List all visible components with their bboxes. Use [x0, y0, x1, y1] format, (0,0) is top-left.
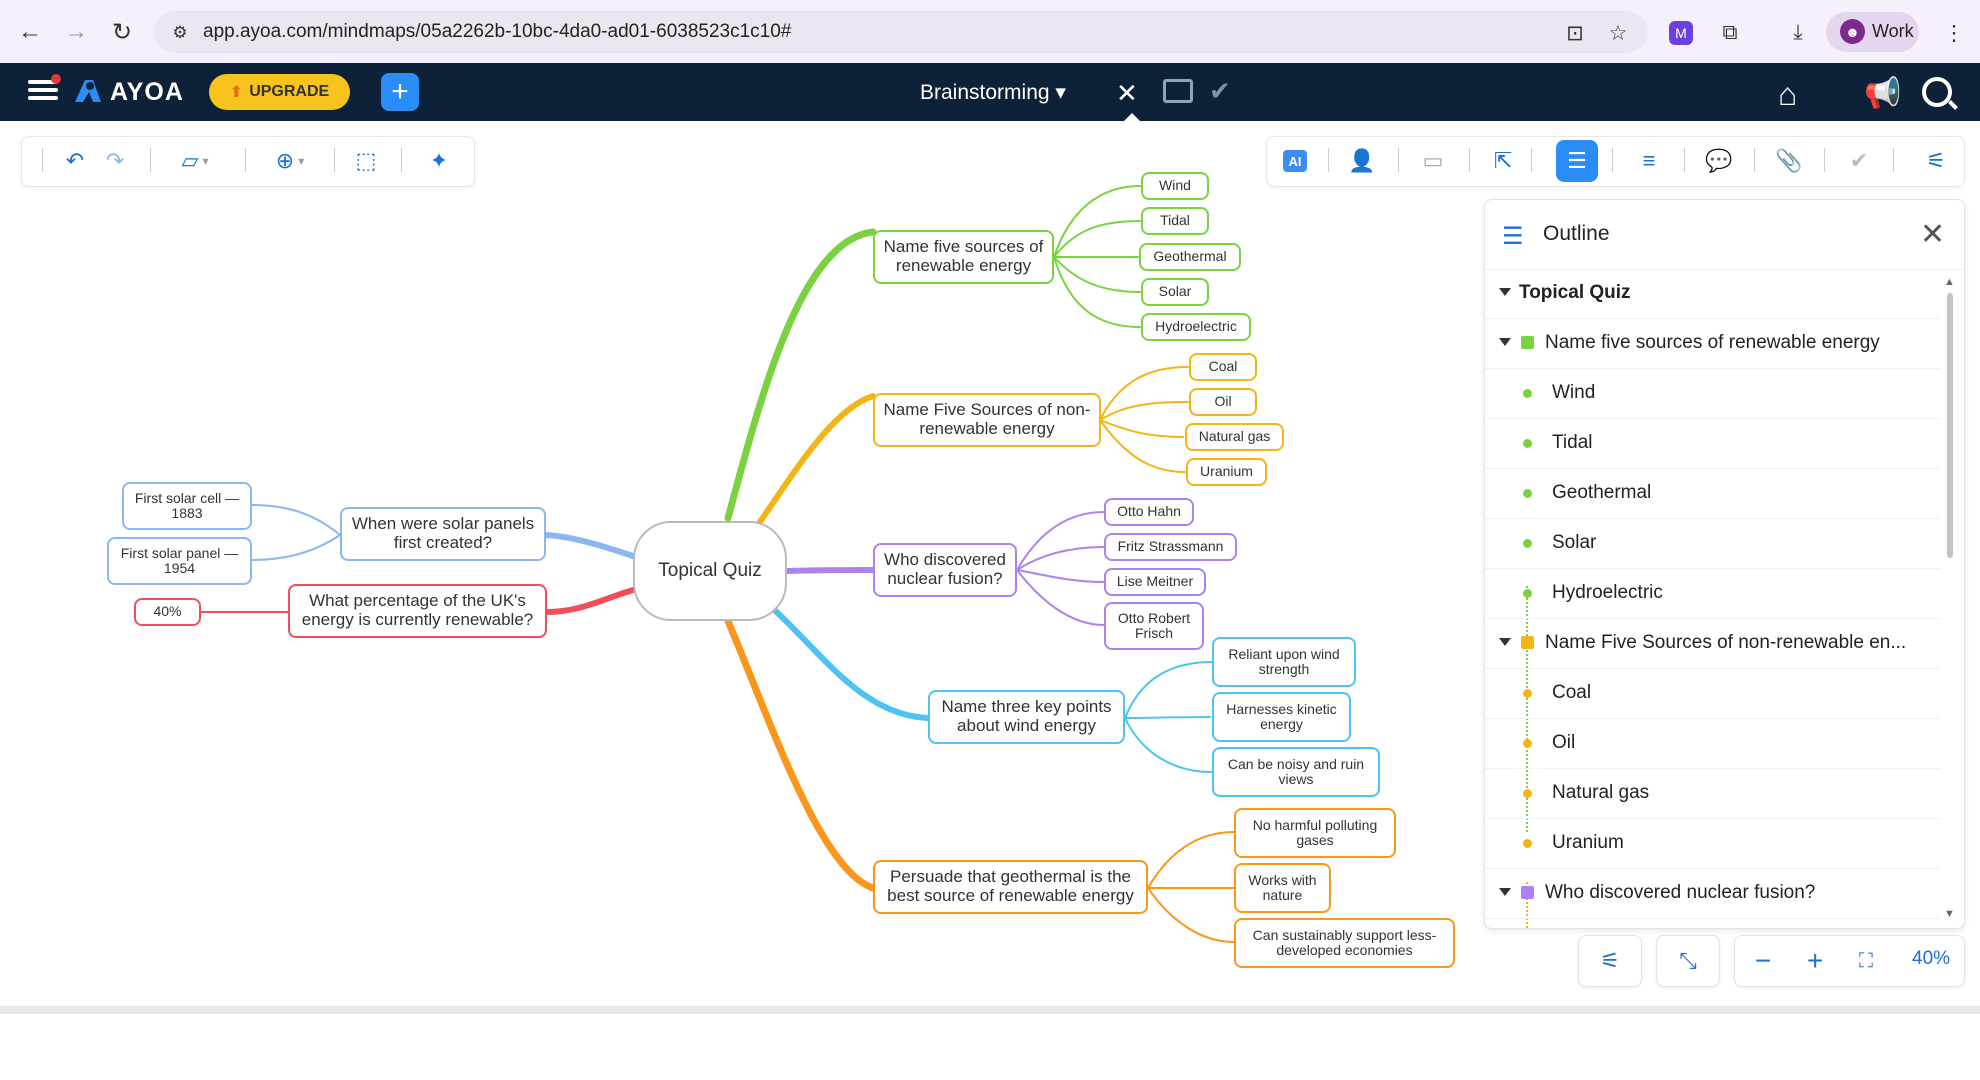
outline-item-label: Hydroelectric: [1552, 582, 1663, 603]
child-node[interactable]: Can sustainably support less-developed e…: [1234, 918, 1455, 968]
child-node[interactable]: Hydroelectric: [1141, 313, 1251, 341]
zoom-out-icon[interactable]: −: [1755, 945, 1771, 977]
outline-title: Outline: [1543, 222, 1610, 245]
outline-panel: ☰ Outline ✕ Topical Quiz Name five sourc…: [1484, 199, 1965, 929]
child-node[interactable]: First solar panel — 1954: [107, 537, 252, 585]
outline-item[interactable]: Uranium: [1485, 819, 1940, 869]
child-node[interactable]: 40%: [134, 598, 201, 626]
outline-item[interactable]: Tidal: [1485, 419, 1940, 469]
color-marker: [1521, 636, 1534, 649]
outline-item[interactable]: Name five sources of renewable energy: [1485, 319, 1940, 369]
color-marker: [1521, 336, 1534, 349]
outline-item-label: Topical Quiz: [1519, 282, 1631, 303]
outline-item-label: Name Five Sources of non-renewable en...: [1545, 632, 1907, 653]
outline-item-label: Uranium: [1552, 832, 1624, 853]
zoom-level[interactable]: 40%: [1912, 948, 1950, 970]
chevron-down-icon[interactable]: [1499, 338, 1511, 346]
color-marker: [1523, 389, 1532, 398]
outline-icon: ☰: [1502, 223, 1524, 250]
outline-item[interactable]: Who discovered nuclear fusion?: [1485, 869, 1940, 919]
root-node[interactable]: Topical Quiz: [633, 521, 787, 621]
color-marker: [1523, 739, 1532, 748]
outline-item-label: Oil: [1552, 732, 1576, 753]
branch-node[interactable]: Name Five Sources of non-renewable energ…: [873, 393, 1101, 447]
color-marker: [1523, 539, 1532, 548]
branch-node[interactable]: When were solar panels first created?: [340, 507, 546, 561]
color-marker: [1521, 886, 1534, 899]
child-node[interactable]: Geothermal: [1139, 243, 1241, 271]
chevron-down-icon[interactable]: [1499, 288, 1511, 296]
branch-node[interactable]: Name five sources of renewable energy: [873, 230, 1054, 284]
child-node[interactable]: Natural gas: [1185, 423, 1284, 451]
outline-item[interactable]: Natural gas: [1485, 769, 1940, 819]
outline-item-label: Who discovered nuclear fusion?: [1545, 882, 1816, 903]
child-node[interactable]: Oil: [1189, 388, 1257, 416]
color-marker: [1523, 839, 1532, 848]
scroll-up-icon[interactable]: ▲: [1944, 276, 1955, 288]
outline-scroll-thumb[interactable]: [1947, 293, 1953, 558]
child-node[interactable]: Solar: [1141, 278, 1209, 306]
branch-node[interactable]: Persuade that geothermal is the best sou…: [873, 860, 1148, 914]
outline-item-label: Natural gas: [1552, 782, 1650, 803]
scroll-down-icon[interactable]: ▼: [1944, 908, 1955, 920]
collapse-icon[interactable]: ⤡: [1656, 935, 1720, 987]
child-node[interactable]: Otto Hahn: [1104, 498, 1194, 526]
outline-item-label: Solar: [1552, 532, 1597, 553]
outline-item[interactable]: Topical Quiz: [1485, 269, 1940, 319]
outline-item[interactable]: Coal: [1485, 669, 1940, 719]
branch-node[interactable]: What percentage of the UK's energy is cu…: [288, 584, 547, 638]
outline-item[interactable]: Geothermal: [1485, 469, 1940, 519]
outline-item[interactable]: Oil: [1485, 719, 1940, 769]
color-marker: [1523, 439, 1532, 448]
layout-icon[interactable]: ⚟: [1578, 935, 1642, 987]
child-node[interactable]: Fritz Strassmann: [1104, 533, 1237, 561]
color-marker: [1523, 689, 1532, 698]
outline-item[interactable]: Solar: [1485, 519, 1940, 569]
child-node[interactable]: First solar cell — 1883: [122, 482, 252, 530]
bottom-scrollbar[interactable]: [0, 1006, 1980, 1014]
fit-icon[interactable]: ⛶: [1859, 950, 1873, 973]
outline-item-label: Coal: [1552, 682, 1592, 703]
child-node[interactable]: Coal: [1189, 353, 1257, 381]
chevron-down-icon[interactable]: [1499, 888, 1511, 896]
color-marker: [1523, 589, 1532, 598]
child-node[interactable]: Harnesses kinetic energy: [1212, 692, 1351, 742]
child-node[interactable]: Uranium: [1186, 458, 1267, 486]
outline-item-label: Tidal: [1552, 432, 1593, 453]
close-icon[interactable]: ✕: [1920, 217, 1945, 252]
child-node[interactable]: Lise Meitner: [1104, 568, 1206, 596]
branch-node[interactable]: Name three key points about wind energy: [928, 690, 1125, 744]
color-marker: [1523, 489, 1532, 498]
zoom-in-icon[interactable]: +: [1807, 945, 1823, 977]
outline-item-label: Name five sources of renewable energy: [1545, 332, 1880, 353]
child-node[interactable]: Wind: [1141, 172, 1209, 200]
branch-node[interactable]: Who discovered nuclear fusion?: [873, 543, 1017, 597]
child-node[interactable]: Reliant upon wind strength: [1212, 637, 1356, 687]
outline-item-label: Wind: [1552, 382, 1596, 403]
outline-item[interactable]: Wind: [1485, 369, 1940, 419]
outline-item[interactable]: Hydroelectric: [1485, 569, 1940, 619]
chevron-down-icon[interactable]: [1499, 638, 1511, 646]
child-node[interactable]: Works with nature: [1234, 863, 1331, 913]
color-marker: [1523, 789, 1532, 798]
child-node[interactable]: Otto Robert Frisch: [1104, 602, 1204, 650]
outline-item[interactable]: Name Five Sources of non-renewable en...: [1485, 619, 1940, 669]
child-node[interactable]: Can be noisy and ruin views: [1212, 747, 1380, 797]
child-node[interactable]: No harmful polluting gases: [1234, 808, 1396, 858]
child-node[interactable]: Tidal: [1141, 207, 1209, 235]
outline-item-label: Geothermal: [1552, 482, 1652, 503]
